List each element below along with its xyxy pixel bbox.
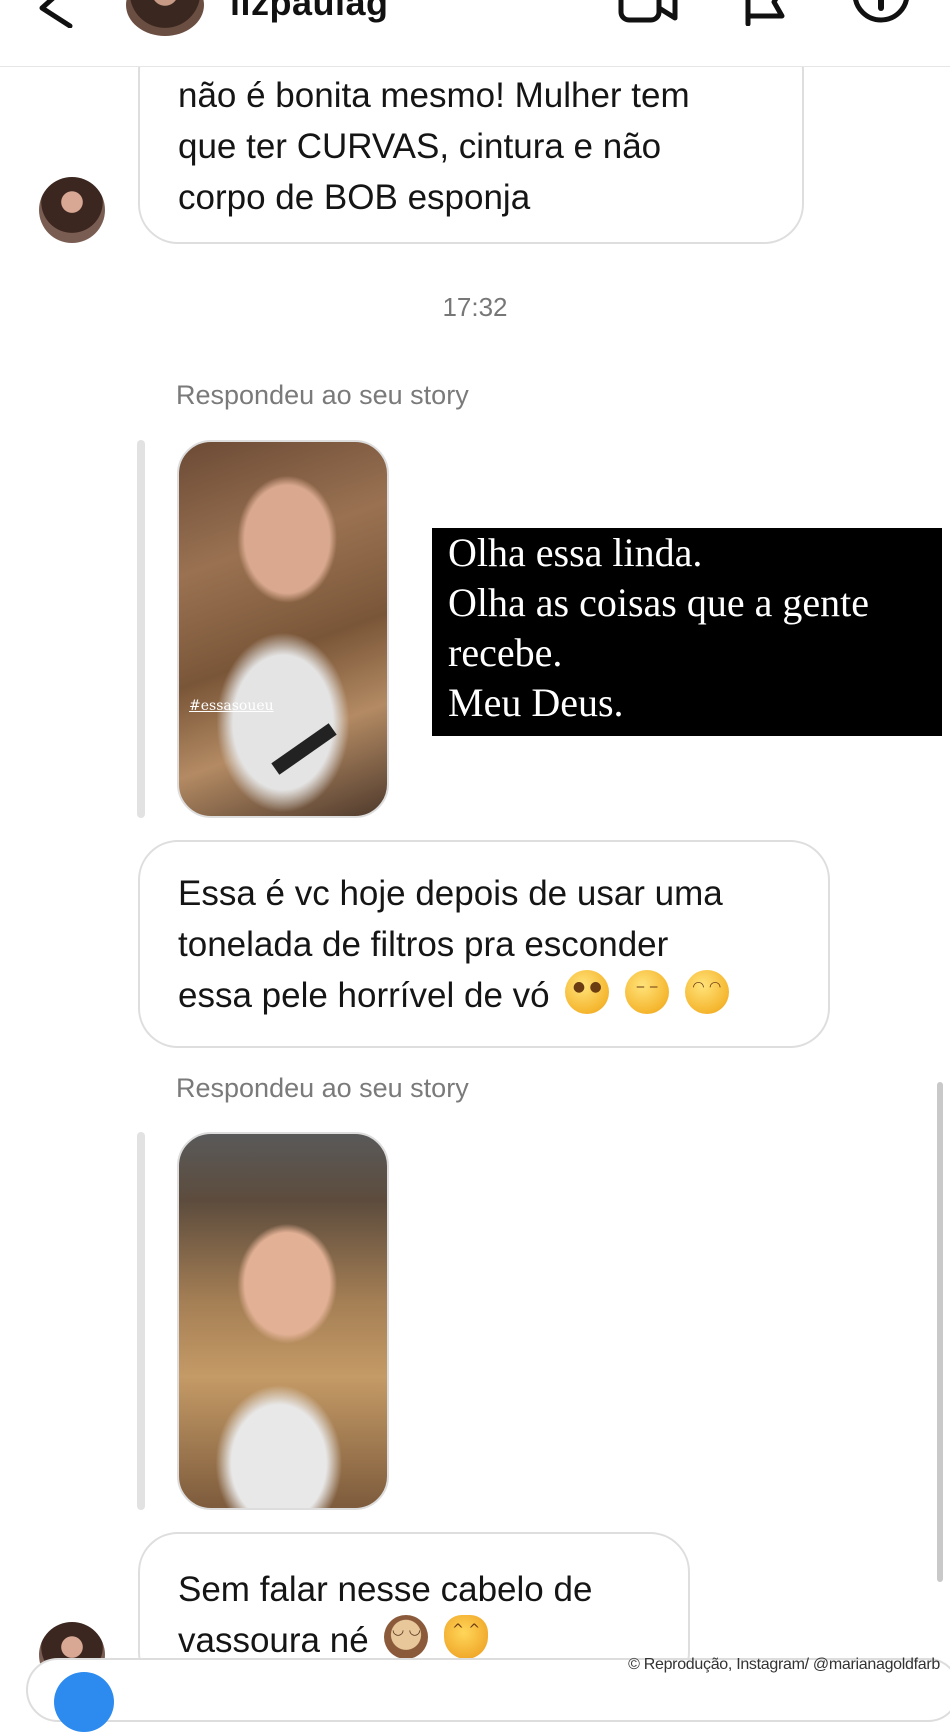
message-line: corpo de BOB esponja: [178, 178, 531, 217]
caption-line: Meu Deus.: [448, 680, 624, 725]
contact-username[interactable]: lizpaulag: [230, 0, 389, 24]
chevron-left-icon[interactable]: [30, 0, 80, 28]
message-timestamp: 17:32: [442, 292, 508, 322]
video-call-icon[interactable]: [618, 0, 678, 26]
info-icon[interactable]: [852, 0, 910, 26]
reply-rail: [137, 440, 145, 818]
story-reply-label: Respondeu ao seu story: [176, 1073, 469, 1103]
caption-line: Olha essa linda.: [448, 530, 703, 575]
caption-line: recebe.: [448, 630, 563, 675]
story-thumbnail[interactable]: #essasoueu: [177, 440, 389, 818]
message-line-text: vassoura né: [178, 1621, 369, 1660]
story-caption: Olha essa linda. Olha as coisas que a ge…: [432, 528, 942, 736]
see-no-evil-monkey-icon: ◡ ◡: [384, 1615, 429, 1659]
face-with-rolling-eyes-icon: ● ●: [565, 970, 610, 1014]
unamused-face-icon: ‒ ‒: [625, 970, 670, 1014]
contact-avatar[interactable]: [126, 0, 204, 36]
face-with-hand-over-mouth-icon: ◠ ◠: [684, 970, 729, 1014]
photo-credit: © Reprodução, Instagram/ @marianagoldfar…: [628, 1656, 940, 1673]
message-bubble[interactable]: Essa é vc hoje depois de usar uma tonela…: [138, 840, 830, 1048]
chat-header: lizpaulag: [0, 0, 950, 67]
flag-icon[interactable]: [742, 0, 792, 26]
story-hashtag: #essasoueu: [189, 698, 274, 714]
message-line: não é bonita mesmo! Mulher tem: [178, 76, 690, 115]
reply-rail: [137, 1132, 145, 1510]
message-line: que ter CURVAS, cintura e não: [178, 127, 662, 166]
scrollbar[interactable]: [937, 1082, 943, 1582]
story-reply-label: Respondeu ao seu story: [176, 380, 469, 410]
camera-icon[interactable]: [54, 1672, 114, 1732]
message-line: Essa é vc hoje depois de usar uma: [178, 874, 723, 913]
message-line-text: essa pele horrível de vó: [178, 976, 550, 1015]
message-line: essa pele horrível de vó ● ● ‒ ‒ ◠ ◠: [178, 970, 790, 1021]
story-thumbnail[interactable]: [177, 1132, 389, 1510]
seatbelt-shape: [271, 723, 337, 775]
cat-with-tears-of-joy-icon: ^ ^: [444, 1615, 489, 1659]
message-line: Sem falar nesse cabelo de: [178, 1570, 593, 1609]
sender-avatar[interactable]: [39, 177, 105, 243]
caption-line: Olha as coisas que a gente: [448, 580, 869, 625]
message-line: tonelada de filtros pra esconder: [178, 925, 669, 964]
